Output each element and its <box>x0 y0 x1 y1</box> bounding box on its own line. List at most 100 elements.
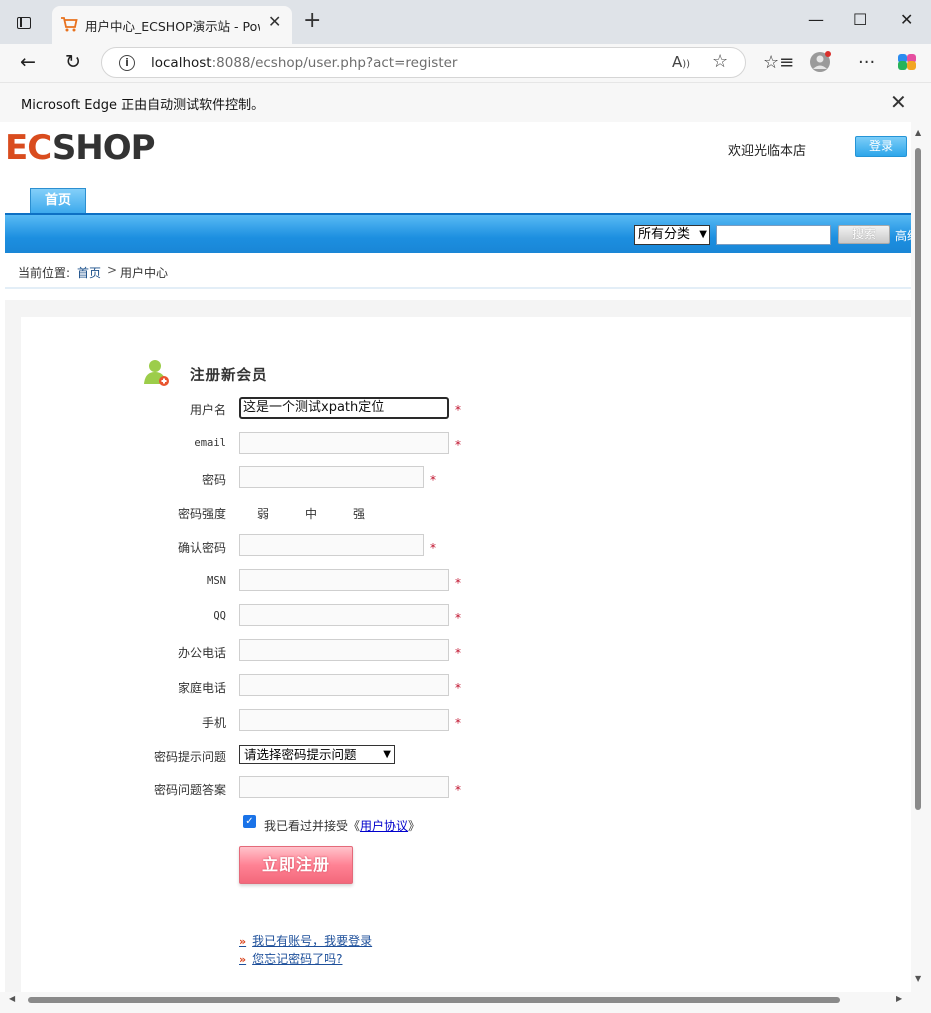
msn-required: * <box>455 576 461 590</box>
username-input[interactable]: 这是一个测试xpath定位 <box>239 397 449 419</box>
tab-actions-icon[interactable] <box>14 13 34 33</box>
back-arrow-icon[interactable]: ← <box>17 51 39 73</box>
scroll-right-icon[interactable]: ▶ <box>896 994 902 1003</box>
strength-label: 密码强度 <box>177 507 226 521</box>
home-phone-input[interactable] <box>239 674 449 696</box>
office-phone-required: * <box>455 646 461 660</box>
scroll-up-icon[interactable]: ▲ <box>915 128 921 137</box>
password-required: * <box>430 473 436 487</box>
search-button[interactable]: 搜索 <box>838 225 890 244</box>
mobile-required: * <box>455 716 461 730</box>
new-tab-button[interactable]: + <box>303 10 321 32</box>
login-button[interactable]: 登录 <box>855 136 907 157</box>
advanced-search-link[interactable]: 高级搜索 <box>895 227 911 244</box>
agree-suffix: 》 <box>408 819 421 833</box>
tab-close-icon[interactable]: ✕ <box>268 14 281 30</box>
more-menu-icon[interactable]: ··· <box>858 52 875 73</box>
home-phone-required: * <box>455 681 461 695</box>
infobar-close-icon[interactable]: ✕ <box>890 90 907 114</box>
breadcrumb-separator: > <box>107 263 118 277</box>
nav-home-tab[interactable]: 首页 <box>30 188 86 214</box>
refresh-icon[interactable]: ↻ <box>62 51 84 73</box>
ecshop-logo[interactable]: ECSHOP <box>5 128 156 168</box>
tab-title: 用户中心_ECSHOP演示站 - Powered by ECShop <box>85 19 260 34</box>
welcome-text: 欢迎光临本店 <box>728 144 807 159</box>
url-host: localhost <box>151 55 212 71</box>
horizontal-scroll-thumb[interactable] <box>28 997 840 1003</box>
scroll-down-icon[interactable]: ▼ <box>915 974 921 983</box>
qq-input[interactable] <box>239 604 449 626</box>
office-phone-label: 办公电话 <box>177 646 226 660</box>
copilot-icon[interactable] <box>896 51 918 78</box>
address-bar[interactable]: i localhost:8088/ecshop/user.php?act=reg… <box>101 47 746 78</box>
page-viewport: ECSHOP 欢迎光临本店 登录 首页 所有分类 ▼ 搜索 高级搜索 当前位置: … <box>5 122 911 992</box>
strength-weak: 弱 <box>257 507 270 521</box>
favorites-list-icon[interactable]: ☆≡ <box>763 52 794 73</box>
confirm-password-input[interactable] <box>239 534 424 556</box>
question-selected: 请选择密码提示问题 <box>244 747 357 762</box>
mobile-label: 手机 <box>201 716 226 730</box>
forgot-link-text: 您忘记密码了吗? <box>252 952 343 966</box>
answer-required: * <box>455 783 461 797</box>
read-aloud-icon[interactable]: A)) <box>672 53 690 71</box>
breadcrumb-current: 用户中心 <box>120 266 169 280</box>
register-title: 注册新会员 <box>190 368 268 384</box>
answer-input[interactable] <box>239 776 449 798</box>
login-link[interactable]: » 我已有账号，我要登录 <box>239 932 372 949</box>
scroll-left-icon[interactable]: ◀ <box>9 994 15 1003</box>
msn-label: MSN <box>207 575 226 587</box>
qq-required: * <box>455 611 461 625</box>
strength-strong: 强 <box>353 507 366 521</box>
confirm-password-required: * <box>430 541 436 555</box>
breadcrumb: 当前位置: 首页 > 用户中心 <box>5 253 911 289</box>
category-selected: 所有分类 <box>638 227 691 242</box>
home-phone-label: 家庭电话 <box>177 681 226 695</box>
email-required: * <box>455 438 461 452</box>
add-user-icon <box>144 360 169 386</box>
logo-ec: EC <box>5 128 53 168</box>
url-path: :8088/ecshop/user.php?act=register <box>211 55 458 71</box>
vertical-scroll-thumb[interactable] <box>915 148 921 810</box>
forgot-password-link[interactable]: » 您忘记密码了吗? <box>239 950 342 967</box>
question-select[interactable]: 请选择密码提示问题 ▼ <box>239 745 395 764</box>
vertical-scrollbar[interactable]: ▲ ▼ <box>911 122 931 992</box>
tab-strip: 用户中心_ECSHOP演示站 - Powered by ECShop ✕ + —… <box>0 0 931 44</box>
email-label: email <box>194 437 226 449</box>
keyword-input[interactable] <box>716 225 831 245</box>
email-input[interactable] <box>239 432 449 454</box>
url-text[interactable]: localhost:8088/ecshop/user.php?act=regis… <box>151 55 457 71</box>
agree-checkbox[interactable]: ✓ <box>243 815 256 828</box>
strength-medium: 中 <box>305 507 318 521</box>
browser-tab[interactable]: 用户中心_ECSHOP演示站 - Powered by ECShop ✕ <box>52 6 292 44</box>
site-info-icon[interactable]: i <box>119 55 135 71</box>
username-required: * <box>455 403 461 417</box>
profile-avatar-icon[interactable] <box>809 50 833 79</box>
favorite-star-icon[interactable]: ☆ <box>712 51 728 72</box>
breadcrumb-home-link[interactable]: 首页 <box>77 264 101 281</box>
search-bar: 所有分类 ▼ 搜索 高级搜索 <box>5 213 911 253</box>
password-input[interactable] <box>239 466 424 488</box>
chevron-down-icon: ▼ <box>699 229 707 240</box>
username-label: 用户名 <box>189 403 226 417</box>
confirm-password-label: 确认密码 <box>177 541 226 555</box>
msn-input[interactable] <box>239 569 449 591</box>
address-toolbar: ← ↻ i localhost:8088/ecshop/user.php?act… <box>0 44 931 82</box>
password-label: 密码 <box>201 473 226 487</box>
answer-label: 密码问题答案 <box>153 783 226 797</box>
maximize-button[interactable]: ☐ <box>853 10 867 29</box>
mobile-input[interactable] <box>239 709 449 731</box>
chevron-down-icon: ▼ <box>383 749 391 760</box>
login-link-text: 我已有账号，我要登录 <box>252 934 373 948</box>
arrow-bullet-icon: » <box>239 935 247 948</box>
automation-infobar: Microsoft Edge 正由自动测试软件控制。 ✕ <box>0 82 931 122</box>
arrow-bullet-icon: » <box>239 953 247 966</box>
close-window-button[interactable]: ✕ <box>900 10 913 29</box>
agree-text: 我已看过并接受《用户协议》 <box>264 817 420 834</box>
minimize-button[interactable]: — <box>808 10 824 29</box>
office-phone-input[interactable] <box>239 639 449 661</box>
category-select[interactable]: 所有分类 ▼ <box>634 225 710 245</box>
logo-shop: SHOP <box>51 128 156 168</box>
register-submit-button[interactable]: 立即注册 <box>239 846 353 884</box>
user-agreement-link[interactable]: 用户协议 <box>360 819 408 833</box>
horizontal-scrollbar[interactable]: ◀ ▶ <box>0 992 931 1013</box>
